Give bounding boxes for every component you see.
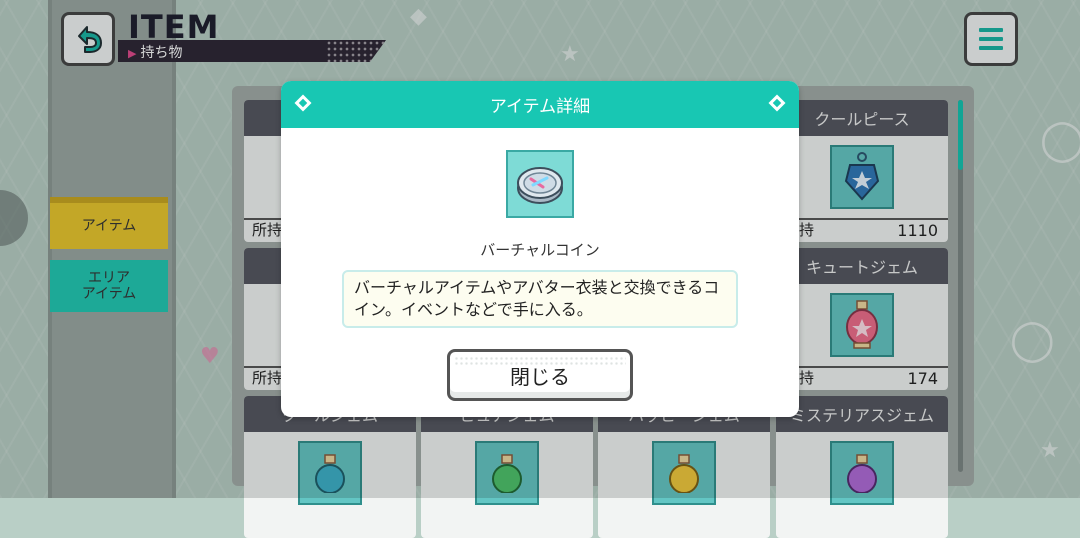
item-name: バーチャルコイン xyxy=(480,241,600,259)
dialog-title: アイテム詳細 xyxy=(489,97,591,117)
close-button[interactable]: 閉じる xyxy=(447,349,633,401)
item-description-line: バーチャルアイテムやアバター衣装と交換できるコ xyxy=(354,278,720,297)
dialog-header: アイテム詳細 xyxy=(281,81,799,128)
close-button-label: 閉じる xyxy=(510,364,570,389)
item-description: バーチャルアイテムやアバター衣装と交換できるコ イン。イベントなどで手に入る。 xyxy=(342,270,738,328)
item-description-line: イン。イベントなどで手に入る。 xyxy=(354,300,593,319)
item-detail-dialog: アイテム詳細 バーチャルコイン バーチャルアイテムやアバター衣装と交換できるコ … xyxy=(281,81,799,417)
item-icon-frame xyxy=(506,150,574,218)
virtual-coin-icon xyxy=(517,167,563,204)
